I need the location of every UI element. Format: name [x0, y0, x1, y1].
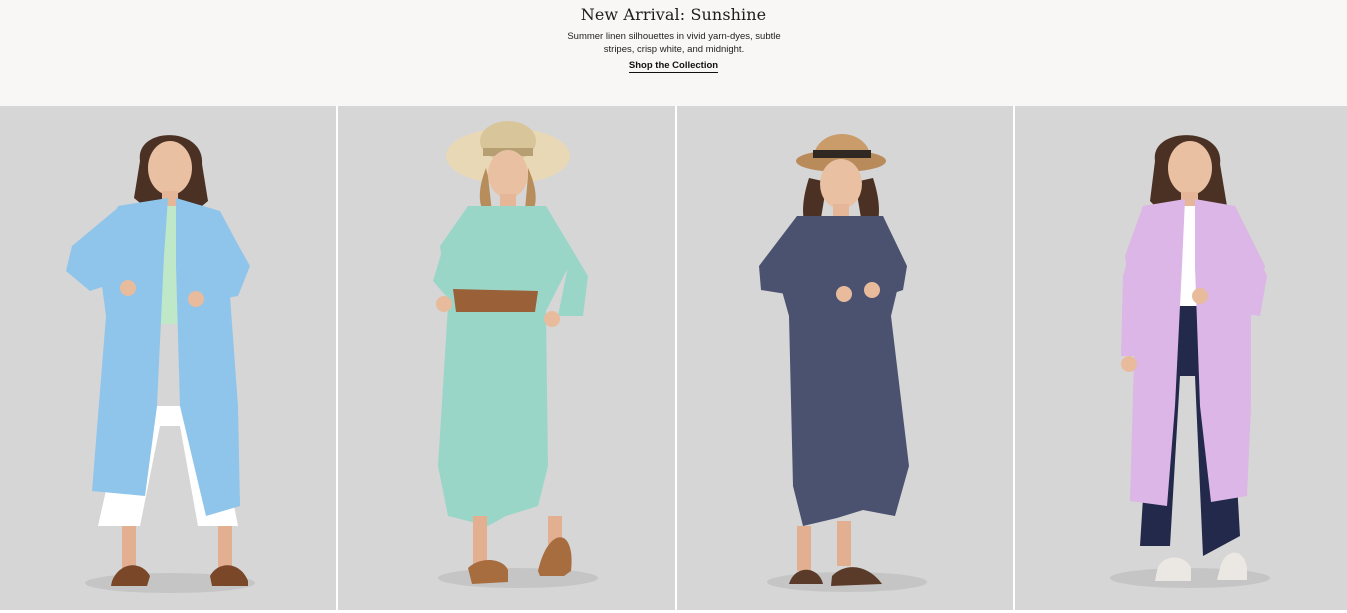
model-navy-linen-shirt-dress-illustration [677, 106, 1013, 610]
hero-description: Summer linen silhouettes in vivid yarn-d… [567, 31, 781, 55]
hero-title: New Arrival: Sunshine [580, 5, 767, 24]
shop-collection-label: Shop the Collection [628, 60, 719, 73]
product-image-1[interactable] [0, 106, 336, 610]
product-grid [0, 106, 1347, 610]
product-image-2[interactable] [338, 106, 675, 610]
shop-collection-link[interactable]: Shop the Collection [0, 60, 1347, 73]
product-image-4[interactable] [1015, 106, 1347, 610]
model-lilac-linen-duster-illustration [1015, 106, 1347, 610]
model-blue-linen-shirt-dress-illustration [0, 106, 336, 610]
model-mint-linen-shirt-dress-illustration [338, 106, 675, 610]
product-image-3[interactable] [677, 106, 1013, 610]
hero-banner: New Arrival: Sunshine Summer linen silho… [0, 0, 1347, 106]
